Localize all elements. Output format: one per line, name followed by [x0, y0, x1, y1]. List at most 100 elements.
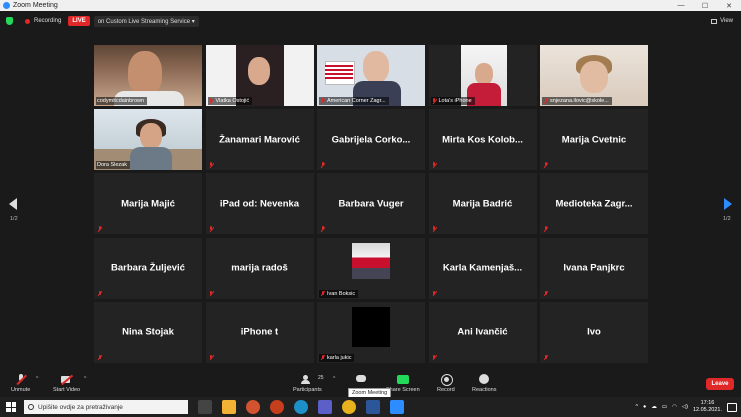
- microphone-icon[interactable]: ●: [643, 404, 646, 410]
- participant-tile[interactable]: Ivo: [540, 301, 648, 363]
- participant-tile[interactable]: Ivan Boksic: [317, 237, 425, 299]
- reactions-label: Reactions: [472, 387, 497, 393]
- participant-name: Barbara Žuljević: [111, 262, 185, 274]
- participant-tile[interactable]: Ani Ivančić: [428, 301, 537, 363]
- participants-caret-icon[interactable]: ^: [333, 376, 335, 382]
- audio-options-caret-icon[interactable]: ^: [36, 376, 38, 382]
- maximize-button[interactable]: ☐: [693, 2, 717, 10]
- unmute-button[interactable]: Unmute: [11, 374, 30, 393]
- notification-icon[interactable]: [727, 402, 737, 412]
- live-stream-dropdown[interactable]: on Custom Live Streaming Service ▾: [93, 15, 199, 27]
- participant-name: Ivo: [587, 326, 601, 338]
- muted-mic-icon: [543, 354, 548, 361]
- reactions-icon: [478, 374, 490, 385]
- volume-icon[interactable]: ◁): [682, 404, 688, 410]
- participant-tile[interactable]: Marija Majić: [94, 173, 202, 235]
- meeting-top-bar: Recording LIVE on Custom Live Streaming …: [0, 11, 741, 31]
- participant-tile[interactable]: Vlatka Ostojić: [205, 45, 314, 106]
- chat-button[interactable]: [355, 374, 367, 387]
- unmute-label: Unmute: [11, 387, 31, 393]
- zoom-taskbar-icon[interactable]: [390, 400, 404, 414]
- participant-tile[interactable]: Barbara Žuljević: [94, 237, 202, 299]
- security-shield-icon[interactable]: [6, 17, 13, 25]
- participant-name: Barbara Vuger: [338, 198, 404, 210]
- clock[interactable]: 17:16 12.05.2021.: [693, 400, 722, 414]
- muted-mic-icon: [320, 354, 325, 361]
- task-view-icon[interactable]: [198, 400, 212, 414]
- close-button[interactable]: ✕: [717, 2, 741, 10]
- onedrive-icon[interactable]: ☁: [651, 404, 657, 410]
- powerpoint-icon[interactable]: [246, 400, 260, 414]
- windows-start-icon[interactable]: [6, 402, 16, 412]
- start-video-button[interactable]: Start Video: [53, 374, 80, 393]
- participant-avatar: [352, 306, 390, 347]
- participant-tile[interactable]: Mirta Kos Kolob...: [428, 109, 537, 171]
- title-bar: Zoom Meeting — ☐ ✕: [0, 0, 741, 11]
- previous-page-arrow-icon[interactable]: [9, 198, 17, 210]
- system-tray: ^ ● ☁ ▭ ◠ ◁) 17:16 12.05.2021.: [635, 400, 737, 414]
- muted-mic-icon: [432, 354, 437, 361]
- participant-tile[interactable]: Ivana Panjkrc: [540, 237, 648, 299]
- participant-tile[interactable]: American Corner Zagr...: [317, 45, 425, 106]
- participant-tile[interactable]: iPhone t: [205, 301, 314, 363]
- edge-icon[interactable]: [294, 400, 308, 414]
- participant-tile[interactable]: Marija Badrić: [428, 173, 537, 235]
- muted-mic-icon: [432, 226, 437, 232]
- participant-tile[interactable]: Žanamari Marović: [205, 109, 314, 171]
- participant-name-label: Ivan Boksic: [319, 289, 359, 298]
- participant-tile[interactable]: codymitcdainbrown: [94, 45, 202, 106]
- start-video-label: Start Video: [53, 387, 81, 393]
- view-button[interactable]: View: [711, 18, 733, 24]
- participant-tile[interactable]: Lota's iPhone: [428, 45, 537, 106]
- participant-tile[interactable]: snjezana.ilovic@skole...: [540, 45, 648, 106]
- participant-tile[interactable]: marija radoš: [205, 237, 314, 299]
- muted-mic-icon: [209, 98, 214, 104]
- page-indicator-right: 1/2: [723, 216, 731, 222]
- record-icon: [440, 374, 453, 386]
- next-page-arrow-icon[interactable]: [724, 198, 732, 210]
- muted-mic-icon: [432, 162, 437, 168]
- muted-microphone-icon: [15, 374, 27, 385]
- participant-name-label: Dora Slezak: [96, 161, 130, 170]
- participant-name: Nina Stojak: [122, 326, 174, 338]
- participant-tile[interactable]: Marija Cvetnic: [540, 109, 648, 171]
- video-options-caret-icon[interactable]: ^: [84, 376, 86, 382]
- participant-name: Marija Majić: [121, 198, 175, 210]
- participant-tile[interactable]: iPad od: Nevenka: [205, 173, 314, 235]
- participant-tile-active-speaker[interactable]: Dora Slezak: [94, 109, 202, 171]
- participant-tile[interactable]: Gabrijela Corko...: [317, 109, 425, 171]
- minimize-button[interactable]: —: [669, 2, 693, 10]
- recording-label[interactable]: Recording: [34, 18, 61, 24]
- live-stream-label: on Custom Live Streaming Service: [97, 18, 191, 25]
- muted-mic-icon: [432, 290, 437, 297]
- participant-name: Ani Ivančić: [457, 326, 508, 338]
- muted-mic-icon: [209, 162, 214, 168]
- teams-icon[interactable]: [318, 400, 332, 414]
- taskbar-search-input[interactable]: Upišite ovdje za pretraživanje: [24, 400, 188, 414]
- participant-name-label: codymitcdainbrown: [96, 97, 148, 105]
- wifi-icon[interactable]: ◠: [672, 404, 677, 410]
- muted-mic-icon: [97, 226, 102, 232]
- gallery-grid: codymitcdainbrown Vlatka Ostojić America…: [94, 45, 648, 363]
- participant-tile[interactable]: Karla Kamenjaš...: [428, 237, 537, 299]
- clock-date: 12.05.2021.: [692, 407, 722, 413]
- chrome-icon[interactable]: [342, 400, 356, 414]
- word-icon[interactable]: [366, 400, 380, 414]
- participant-tile[interactable]: karla jukic: [317, 301, 425, 363]
- participant-tile[interactable]: Nina Stojak: [94, 301, 202, 363]
- participant-name: iPad od: Nevenka: [219, 198, 300, 210]
- share-screen-icon: [396, 374, 409, 385]
- file-explorer-icon[interactable]: [222, 400, 236, 414]
- app-icon[interactable]: [270, 400, 284, 414]
- participant-tile[interactable]: Barbara Vuger: [317, 173, 425, 235]
- battery-icon[interactable]: ▭: [662, 404, 667, 410]
- participant-tile[interactable]: Medioteka Zagr...: [540, 173, 648, 235]
- muted-mic-icon: [97, 290, 102, 297]
- record-button[interactable]: Record: [437, 374, 455, 393]
- reactions-button[interactable]: Reactions: [472, 374, 496, 393]
- chevron-up-icon[interactable]: ^: [635, 404, 638, 410]
- participant-name: Marija Badrić: [452, 198, 513, 210]
- search-placeholder: Upišite ovdje za pretraživanje: [38, 403, 123, 411]
- leave-button[interactable]: Leave: [706, 378, 734, 390]
- participant-avatar: [352, 242, 390, 279]
